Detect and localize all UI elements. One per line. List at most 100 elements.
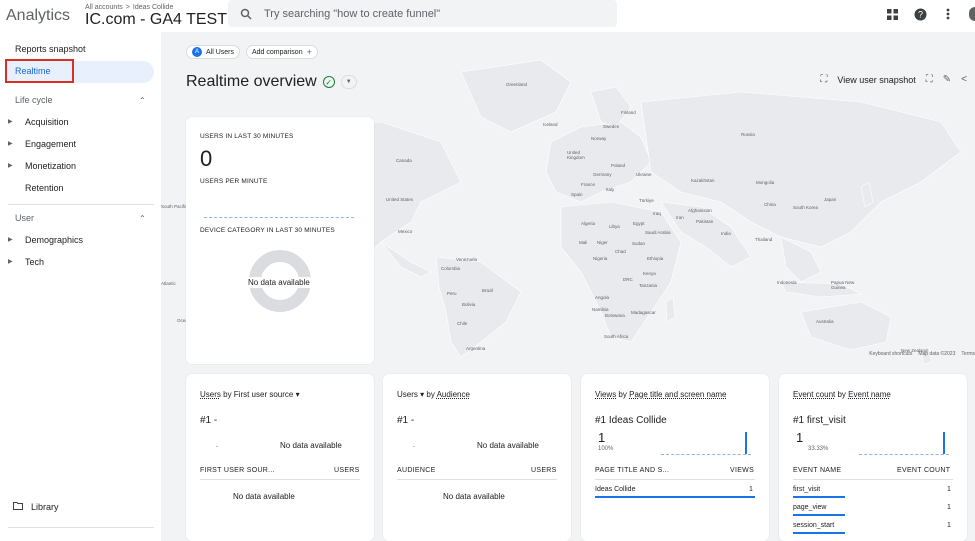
divider [8,204,154,205]
chevron-up-icon[interactable]: ⌃ [139,214,146,223]
account-selector[interactable]: All accounts > Ideas Collide IC.com - GA… [85,4,239,28]
map-label: Norway [591,136,607,141]
row-bar [595,496,755,498]
map-label: Niger [597,240,608,245]
map-label: Sudan [632,241,646,246]
column-header[interactable]: EVENT COUNT [897,467,950,474]
table-row-label: page_view [793,504,827,511]
map-label: Atlantic [161,281,176,286]
map-label: Kenya [643,271,656,276]
caret-right-icon: ▶ [8,163,13,169]
top-percent: 33.33% [808,446,829,452]
sidebar-section-user[interactable]: User [15,213,34,223]
property-name: IC.com - GA4 TEST [85,11,227,28]
map-label: Madagascar [631,310,656,315]
apps-icon[interactable] [885,7,899,21]
column-header[interactable]: PAGE TITLE AND S... [595,467,669,474]
sidebar-item-acquisition[interactable]: Acquisition [25,117,69,127]
map-label: Mexico [398,229,413,234]
more-vert-icon[interactable] [941,7,955,21]
row-bar [793,496,845,498]
top-rank: #1 - [200,415,218,426]
sidebar-item-reports-snapshot[interactable]: Reports snapshot [15,44,86,54]
map-label: Ukraine [636,172,652,177]
title-dropdown-button[interactable]: ▼ [340,75,357,89]
add-comparison-button[interactable]: Add comparison + [246,45,318,59]
keyboard-shortcuts-link[interactable]: Keyboard shortcuts [869,351,912,357]
map-label: Ethiopia [647,256,664,261]
caret-right-icon: ▶ [8,259,13,265]
map-footer: Keyboard shortcuts Map data ©2023 Terms [869,351,975,357]
card-title[interactable]: Users ▾ by Audience [397,390,470,399]
map-label: Russia [741,132,755,137]
page-title: Realtime overview ✓ ▼ [186,73,357,91]
map-label: Pakistan [696,219,714,224]
map-label: Egypt [633,221,645,226]
sidebar-item-realtime[interactable]: Realtime [15,66,51,76]
card-title[interactable]: Event count by Event name [793,390,891,399]
plus-icon: + [306,47,312,57]
map-label: Namibia [592,307,609,312]
divider [595,479,755,480]
column-header[interactable]: FIRST USER SOUR... [200,467,275,474]
all-users-chip[interactable]: A All Users [186,45,241,59]
search-bar[interactable]: Try searching "how to create funnel" [228,0,617,27]
breadcrumb-account: Ideas Collide [132,4,174,11]
map-label: Brazil [482,288,494,293]
no-data-text: No data available [246,277,312,288]
column-header[interactable]: EVENT NAME [793,467,841,474]
column-header[interactable]: AUDIENCE [397,467,436,474]
placeholder-dash: - [413,444,415,450]
terms-link[interactable]: Terms [961,351,975,357]
check-circle-icon: ✓ [322,76,335,88]
sidebar-section-lifecycle[interactable]: Life cycle [15,95,53,105]
sidebar: Reports snapshot Realtime Life cycle ⌃ ▶… [0,32,161,541]
map-label: Botswana [605,313,625,318]
map-label: Chad [615,249,626,254]
sidebar-item-demographics[interactable]: Demographics [25,235,83,245]
map-label: Sweden [603,124,620,129]
map-label: Saudi Arabia [645,230,671,235]
column-header[interactable]: USERS [334,467,360,474]
table-row-value: 1 [749,486,753,493]
sidebar-item-engagement[interactable]: Engagement [25,139,76,149]
column-header[interactable]: VIEWS [730,467,754,474]
breadcrumb-separator: > [125,4,130,11]
focus-icon: ⛶ [820,74,828,85]
divider [200,479,360,480]
share-icon[interactable]: < [961,74,967,85]
map-label: United Kingdom [567,150,585,160]
users-last-30-value: 0 [200,146,213,171]
no-data-text: No data available [477,441,539,450]
edit-icon[interactable]: ✎ [943,74,951,85]
map-label: Iceland [543,122,558,127]
map-label: Mongolia [756,180,775,185]
snapshot-toolbar: ⛶ View user snapshot ⛶ ✎ < [820,74,967,85]
breadcrumb: All accounts > Ideas Collide [85,4,239,11]
caret-right-icon: ▶ [8,119,13,125]
view-user-snapshot-button[interactable]: View user snapshot [837,75,915,85]
column-header[interactable]: USERS [531,467,557,474]
page-title-text: Realtime overview [186,73,317,90]
breadcrumb-root: All accounts [85,4,123,11]
table-row-value: 1 [947,504,951,511]
chevron-up-icon[interactable]: ⌃ [139,96,146,105]
avatar[interactable] [969,7,975,21]
card-title[interactable]: Users by First user source ▾ [200,390,300,399]
table-row-value: 1 [947,486,951,493]
map-data-credit: Map data ©2023 [918,351,956,357]
sidebar-item-tech[interactable]: Tech [25,257,44,267]
sparkline-baseline [859,454,949,455]
help-icon[interactable]: ? [913,7,927,21]
row-bar [793,532,845,534]
sidebar-item-retention[interactable]: Retention [25,183,64,193]
svg-text:?: ? [917,9,922,19]
sidebar-item-library[interactable]: Library [31,502,59,512]
map-label: Colombia [441,266,461,271]
map-label: Iran [676,215,684,220]
map-label: Bolivia [462,302,476,307]
card-title[interactable]: Views by Page title and screen name [595,390,727,399]
sidebar-item-monetization[interactable]: Monetization [25,161,76,171]
app-name[interactable]: Analytics [6,7,70,25]
fullscreen-icon[interactable]: ⛶ [926,74,933,85]
